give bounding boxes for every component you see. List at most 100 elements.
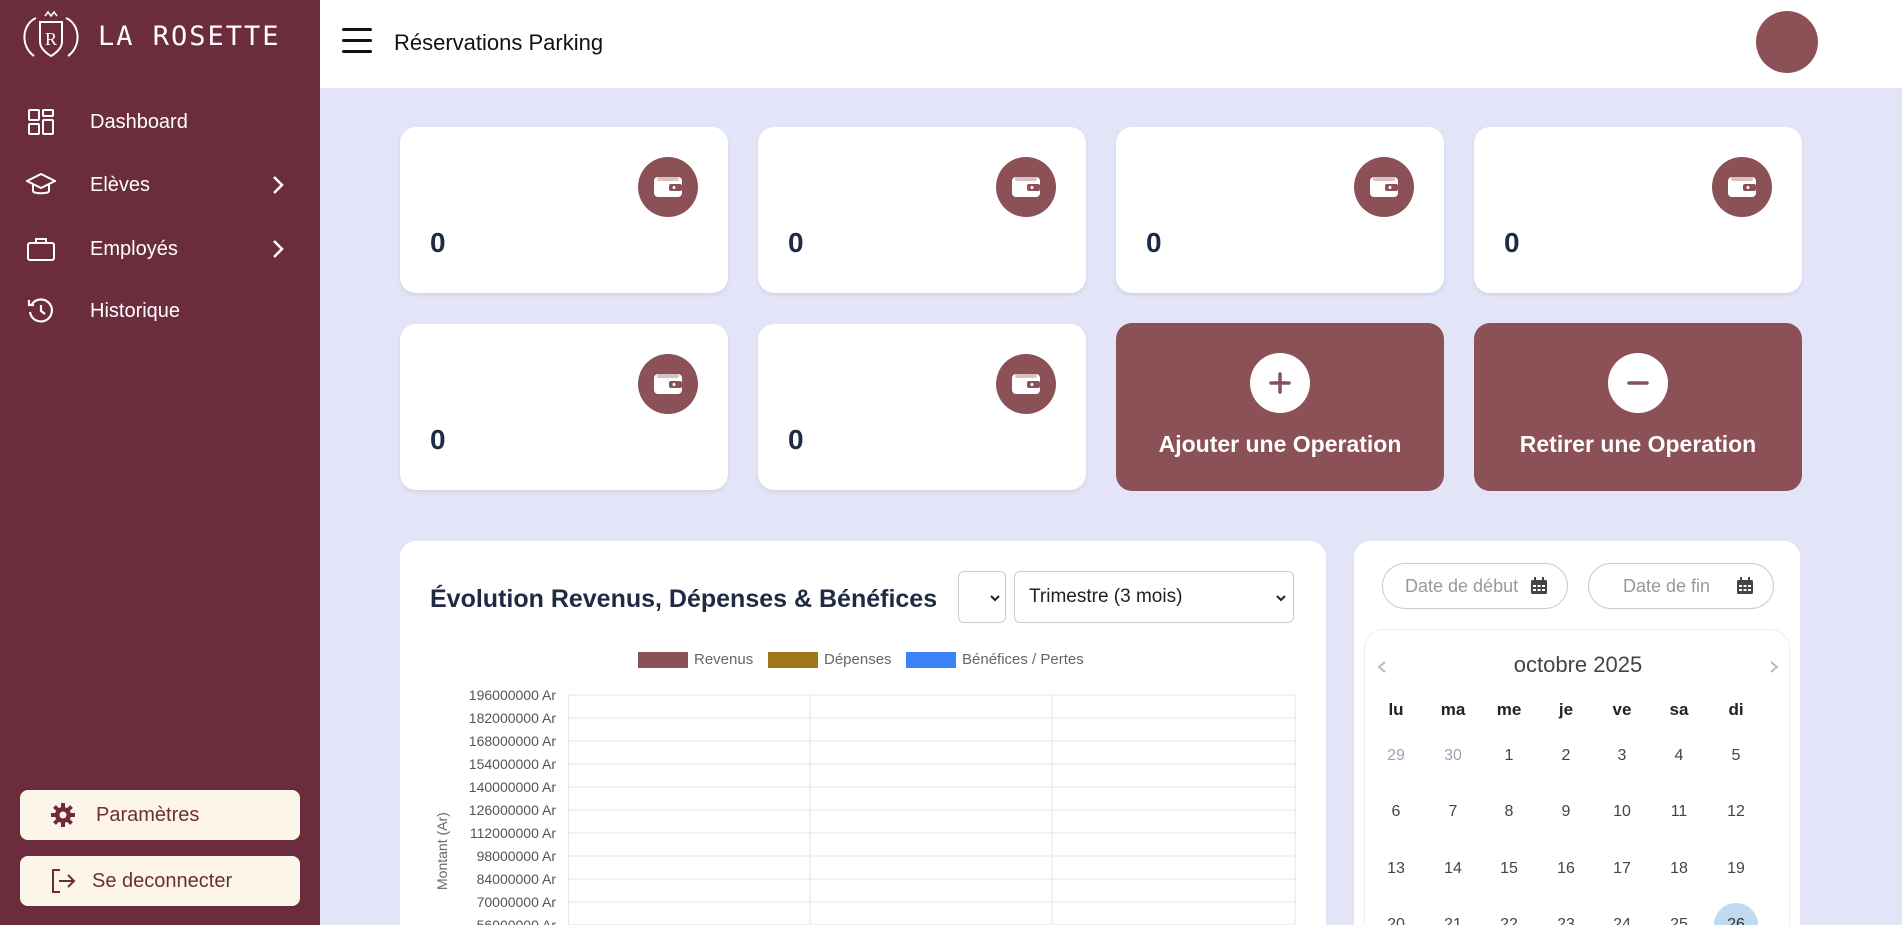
calendar-day[interactable]: 24 <box>1597 903 1647 925</box>
calendar-day[interactable]: 30 <box>1428 734 1478 778</box>
wallet-icon <box>1712 157 1772 217</box>
svg-text:R: R <box>45 29 57 49</box>
wallet-icon <box>638 354 698 414</box>
chart-plot-area <box>568 694 1296 925</box>
settings-button[interactable]: Paramètres <box>20 790 300 840</box>
sidebar-item-eleves[interactable]: Elèves <box>0 160 320 210</box>
legend-swatch <box>638 651 688 668</box>
wallet-icon <box>996 157 1056 217</box>
sidebar: R LA ROSETTE Dashboard Elèves Employés H… <box>0 0 320 925</box>
logout-icon <box>48 866 78 896</box>
sidebar-item-label: Historique <box>90 299 181 322</box>
calendar-day[interactable]: 5 <box>1711 734 1761 778</box>
calendar-day[interactable]: 25 <box>1654 903 1704 925</box>
stat-card: 0 <box>1116 127 1444 293</box>
year-select[interactable] <box>958 571 1006 623</box>
calendar-day[interactable]: 6 <box>1371 790 1421 834</box>
legend-label: Dépenses <box>824 651 892 668</box>
stat-card: 0 <box>400 324 728 490</box>
stat-card: 0 <box>400 127 728 293</box>
period-select[interactable]: Trimestre (3 mois) <box>1014 571 1294 623</box>
weekday-label: sa <box>1669 700 1689 719</box>
calendar-day[interactable]: 9 <box>1541 790 1591 834</box>
calendar-day[interactable]: 26 <box>1714 903 1758 925</box>
legend-item[interactable]: Revenus <box>638 651 753 668</box>
start-date-placeholder: Date de début <box>1405 575 1519 596</box>
y-tick-label: 56000000 Ar <box>476 917 556 925</box>
sidebar-item-label: Employés <box>90 237 178 260</box>
calendar-panel: Date de début Date de fin octobre 2025 l… <box>1354 541 1800 925</box>
menu-toggle-icon[interactable] <box>342 28 372 56</box>
legend-item[interactable]: Bénéfices / Pertes <box>906 651 1084 668</box>
calendar-day[interactable]: 29 <box>1371 734 1421 778</box>
calendar-day[interactable]: 15 <box>1484 847 1534 891</box>
calendar-day[interactable]: 8 <box>1484 790 1534 834</box>
legend-swatch <box>768 651 818 668</box>
calendar-day[interactable]: 17 <box>1597 847 1647 891</box>
next-month-icon[interactable] <box>1767 660 1781 674</box>
start-date-input[interactable]: Date de début <box>1382 563 1568 609</box>
chart-panel: Évolution Revenus, Dépenses & Bénéfices … <box>400 541 1326 925</box>
gear-icon <box>48 800 78 830</box>
add-operation-label: Ajouter une Operation <box>1158 431 1402 457</box>
y-tick-label: 70000000 Ar <box>476 894 556 910</box>
avatar[interactable] <box>1756 11 1818 73</box>
add-operation-button[interactable]: Ajouter une Operation <box>1116 323 1444 491</box>
calendar-day[interactable]: 4 <box>1654 734 1704 778</box>
weekday-label: je <box>1558 700 1574 719</box>
calendar-icon <box>1531 577 1547 594</box>
calendar-day[interactable]: 18 <box>1654 847 1704 891</box>
weekday-label: ma <box>1440 700 1466 719</box>
stat-value: 0 <box>430 424 446 455</box>
stat-value: 0 <box>788 424 804 455</box>
calendar-day[interactable]: 10 <box>1597 790 1647 834</box>
chart-title: Évolution Revenus, Dépenses & Bénéfices <box>430 585 938 613</box>
minus-icon <box>1608 353 1668 413</box>
y-tick-label: 126000000 Ar <box>468 802 556 818</box>
calendar-day[interactable]: 2 <box>1541 734 1591 778</box>
wallet-icon <box>996 354 1056 414</box>
sidebar-item-employes[interactable]: Employés <box>0 224 320 274</box>
weekday-label: ve <box>1612 700 1632 719</box>
sidebar-item-label: Dashboard <box>90 110 188 133</box>
y-tick-label: 98000000 Ar <box>476 848 556 864</box>
stat-card: 0 <box>758 324 1086 490</box>
period-select-value: Trimestre (3 mois) <box>1029 586 1183 607</box>
brand-name: LA ROSETTE <box>98 20 281 52</box>
sidebar-item-dashboard[interactable]: Dashboard <box>0 97 320 147</box>
chevron-right-icon <box>273 240 284 258</box>
calendar-day[interactable]: 21 <box>1428 903 1478 925</box>
calendar-day[interactable]: 19 <box>1711 847 1761 891</box>
calendar-day[interactable]: 3 <box>1597 734 1647 778</box>
calendar-day[interactable]: 7 <box>1428 790 1478 834</box>
calendar-day[interactable]: 22 <box>1484 903 1534 925</box>
brand[interactable]: R LA ROSETTE <box>14 10 281 62</box>
calendar-day[interactable]: 14 <box>1428 847 1478 891</box>
logout-button[interactable]: Se deconnecter <box>20 856 300 906</box>
logo-icon: R <box>23 10 79 58</box>
remove-operation-label: Retirer une Operation <box>1519 431 1757 457</box>
calendar-day[interactable]: 1 <box>1484 734 1534 778</box>
wallet-icon <box>1354 157 1414 217</box>
calendar-day[interactable]: 23 <box>1541 903 1591 925</box>
sidebar-item-historique[interactable]: Historique <box>0 286 320 336</box>
calendar-day[interactable]: 11 <box>1654 790 1704 834</box>
calendar-day[interactable]: 13 <box>1371 847 1421 891</box>
y-tick-label: 112000000 Ar <box>469 825 556 841</box>
wallet-icon <box>638 157 698 217</box>
y-tick-label: 154000000 Ar <box>468 756 556 772</box>
top-header: Réservations Parking <box>320 0 1902 88</box>
calendar-day[interactable]: 12 <box>1711 790 1761 834</box>
remove-operation-button[interactable]: Retirer une Operation <box>1474 323 1802 491</box>
chevron-right-icon <box>273 176 284 194</box>
calendar-day[interactable]: 16 <box>1541 847 1591 891</box>
weekday-label: di <box>1728 700 1744 719</box>
end-date-input[interactable]: Date de fin <box>1588 563 1774 609</box>
y-tick-label: 196000000 Ar <box>468 687 556 703</box>
logout-label: Se deconnecter <box>92 869 233 892</box>
calendar-day[interactable]: 20 <box>1371 903 1421 925</box>
history-icon <box>26 296 56 326</box>
y-tick-label: 140000000 Ar <box>468 779 556 795</box>
legend-item[interactable]: Dépenses <box>768 651 892 668</box>
plus-icon <box>1250 353 1310 413</box>
